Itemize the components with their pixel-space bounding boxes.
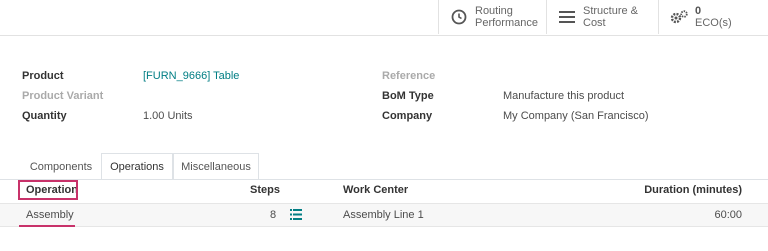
column-work-center[interactable]: Work Center — [343, 184, 408, 196]
table-header: Operation Steps Work Center Duration (mi… — [0, 180, 768, 202]
operation-header-highlight — [18, 180, 78, 200]
bars-icon — [557, 7, 577, 27]
product-variant-label: Product Variant — [22, 90, 104, 102]
table-row[interactable]: Assembly 8 Assembly Line 1 60:00 — [0, 203, 768, 227]
quantity-number: 1.00 — [143, 110, 165, 122]
company-value[interactable]: My Company (San Francisco) — [503, 110, 649, 122]
cell-work-center: Assembly Line 1 — [343, 209, 424, 221]
tab-components[interactable]: Components — [20, 153, 102, 180]
product-link[interactable]: [FURN_9666] Table — [143, 70, 239, 82]
cell-duration: 60:00 — [714, 209, 742, 221]
company-label: Company — [382, 110, 433, 122]
quantity-unit: Units — [167, 110, 193, 122]
smart-button-bar: Routing Performance Structure & Cost 0 E… — [0, 0, 768, 36]
eco-count: 0 — [695, 5, 702, 17]
routing-label-1: Routing — [475, 5, 513, 17]
product-label: Product — [22, 70, 64, 82]
structure-label-1: Structure & — [583, 5, 639, 17]
bom-type-label: BoM Type — [382, 90, 434, 102]
bom-type-value[interactable]: Manufacture this product — [503, 90, 624, 102]
tab-operations[interactable]: Operations — [101, 153, 173, 180]
reference-label: Reference — [382, 70, 436, 82]
eco-button[interactable]: 0 ECO(s) — [658, 0, 768, 34]
operation-cell-underline — [19, 225, 75, 227]
structure-cost-button[interactable]: Structure & Cost — [546, 0, 658, 34]
eco-label: ECO(s) — [695, 17, 732, 29]
routing-performance-button[interactable]: Routing Performance — [438, 0, 546, 34]
column-steps[interactable]: Steps — [250, 184, 280, 196]
cell-steps: 8 — [270, 209, 277, 221]
column-duration[interactable]: Duration (minutes) — [644, 184, 742, 196]
quantity-value[interactable]: 1.00 Units — [143, 110, 193, 122]
routing-label-2: Performance — [475, 17, 538, 29]
clock-icon — [449, 7, 469, 27]
quantity-label: Quantity — [22, 110, 67, 122]
cell-operation: Assembly — [26, 209, 74, 221]
list-icon[interactable] — [290, 209, 302, 220]
gears-icon — [669, 7, 689, 27]
structure-label-2: Cost — [583, 17, 606, 29]
tab-miscellaneous[interactable]: Miscellaneous — [173, 153, 259, 180]
